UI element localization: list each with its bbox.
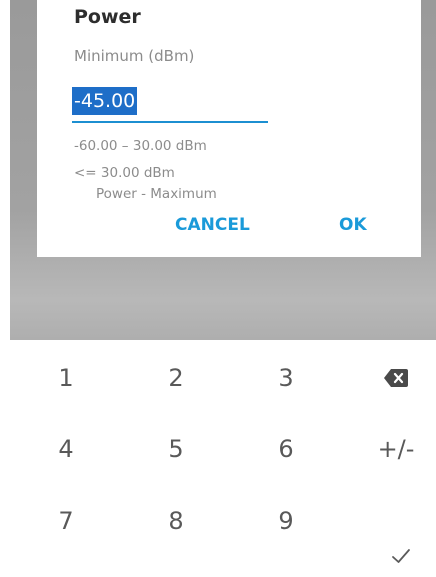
key-7[interactable]: 7 <box>16 491 116 551</box>
key-9[interactable]: 9 <box>236 491 336 551</box>
numeric-keypad: 1 2 3 4 5 6 +/- 7 8 9 <box>10 340 436 577</box>
backspace-icon <box>384 369 408 387</box>
dialog-title: Power <box>74 6 141 28</box>
ok-button[interactable]: OK <box>339 215 367 235</box>
key-1[interactable]: 1 <box>16 348 116 408</box>
limit-source-label: Power - Maximum <box>96 186 217 202</box>
key-4[interactable]: 4 <box>16 419 116 479</box>
field-label: Minimum (dBm) <box>74 47 195 65</box>
key-8[interactable]: 8 <box>126 491 226 551</box>
screen-edge <box>0 0 10 577</box>
backspace-key[interactable] <box>346 348 436 408</box>
power-dialog: Power Minimum (dBm) -45.00 -60.00 – 30.0… <box>37 0 421 257</box>
key-plus-minus[interactable]: +/- <box>346 419 436 479</box>
key-3[interactable]: 3 <box>236 348 336 408</box>
key-5[interactable]: 5 <box>126 419 226 479</box>
key-6[interactable]: 6 <box>236 419 336 479</box>
input-selected-text[interactable]: -45.00 <box>72 87 138 115</box>
check-icon[interactable] <box>390 545 412 567</box>
range-hint: -60.00 – 30.00 dBm <box>74 138 207 154</box>
minimum-power-input[interactable]: -45.00 <box>72 87 268 123</box>
key-2[interactable]: 2 <box>126 348 226 408</box>
limit-hint: <= 30.00 dBm <box>74 165 175 181</box>
cancel-button[interactable]: CANCEL <box>175 215 250 235</box>
